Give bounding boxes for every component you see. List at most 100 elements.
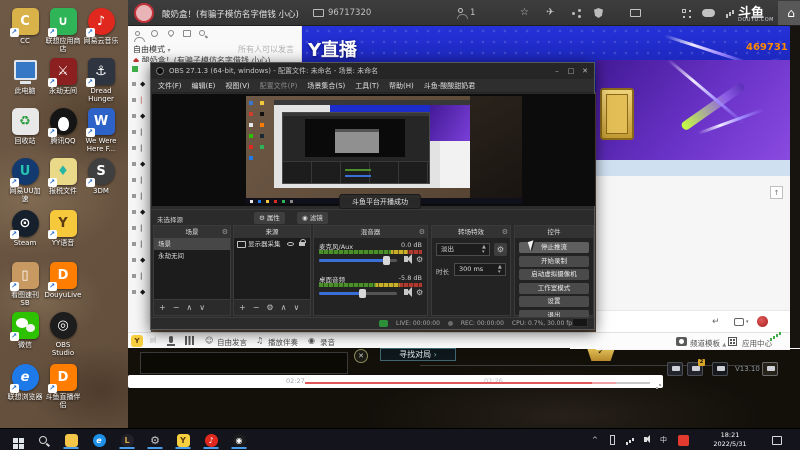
card-icon[interactable] (183, 30, 191, 37)
find-match-button[interactable]: 寻找对局 › (380, 348, 456, 361)
channel-tree-item[interactable]: | (128, 140, 150, 156)
desktop-icon-douyu-companion[interactable]: D ↗ 斗鱼直播伴侣 (44, 364, 82, 409)
menu-item[interactable]: 帮助(H) (389, 81, 414, 91)
channel-gear-icon[interactable]: ⚙ (416, 256, 423, 264)
filters-button[interactable]: ◉ 滤镜 (297, 212, 328, 224)
chat-message-area[interactable]: ↑ (596, 176, 790, 310)
record-icon[interactable]: ◉ (308, 336, 315, 345)
send-plane-icon[interactable]: ✈ (546, 0, 554, 26)
dock-gear-icon[interactable]: ⚙ (222, 226, 228, 238)
menu-item[interactable]: 编辑(E) (192, 81, 216, 91)
sources-dock-title[interactable]: 来源 (234, 226, 310, 238)
battery-icon[interactable] (610, 435, 615, 445)
volume-icon[interactable] (644, 437, 647, 442)
control-button[interactable]: 工作室模式 (519, 282, 589, 294)
scene-row[interactable]: 永劫无间 (154, 250, 230, 262)
taskbar-edge[interactable]: e (86, 431, 112, 449)
volume-slider[interactable] (319, 289, 397, 298)
network-icon[interactable] (626, 442, 628, 445)
dock-gear-icon[interactable]: ⚙ (502, 226, 508, 238)
desktop-icon-wechat[interactable]: ↗ 微信 (6, 312, 44, 349)
desktop-icon-recycle-bin[interactable]: ♻ 回收站 (6, 108, 44, 145)
yy-logo-icon[interactable]: Y (131, 335, 143, 347)
ime-indicator[interactable]: 中 (660, 429, 667, 450)
stepper-icons[interactable]: ▾ (482, 250, 485, 255)
chat-input-row[interactable]: ↵ ▾ (596, 310, 790, 332)
channel-tree-item[interactable]: | (128, 188, 150, 204)
menu-item[interactable]: 斗鱼-酸酸甜奶君 (424, 81, 476, 91)
visibility-eye-icon[interactable] (287, 242, 294, 246)
grid-icon[interactable] (682, 9, 686, 13)
channel-tree-item[interactable]: | (128, 220, 150, 236)
game-currency-icon[interactable] (762, 362, 778, 376)
channel-tree-item[interactable]: ◆ (128, 76, 150, 92)
desktop-icon-qq[interactable]: ↗ 腾讯QQ (44, 108, 82, 145)
channel-tree-item[interactable]: | (128, 124, 150, 140)
desktop-icon-uu-booster[interactable]: U ↗ 网易UU加速 (6, 158, 44, 203)
gift-box-icon[interactable] (600, 88, 634, 140)
channel-tree-item[interactable]: | (128, 92, 150, 108)
obs-preview[interactable] (152, 94, 595, 206)
smiley-icon[interactable]: ☺ (205, 336, 213, 345)
speaker-icon[interactable] (150, 338, 153, 343)
source-up-button[interactable]: ∧ (281, 303, 287, 312)
mute-speaker-icon[interactable] (404, 256, 408, 262)
scroll-top-button[interactable]: ↑ (770, 186, 783, 199)
channel-tree-item[interactable]: ◆ (128, 108, 150, 124)
room-title-bar[interactable]: 酸奶盒！(有骗子模仿名字借钱 小心) 96717320 1 ☆ ✈ ⌂ 斗鱼 D… (128, 0, 800, 26)
volume-slider[interactable] (319, 256, 397, 265)
event-banner[interactable] (596, 60, 790, 160)
close-button[interactable]: ✕ (578, 63, 592, 79)
game-voice-icon[interactable] (712, 362, 728, 376)
desktop-icon-3dm[interactable]: S ↗ 3DM (82, 158, 120, 195)
channel-tree-item[interactable]: | (128, 268, 150, 284)
channel-tree-item[interactable]: ◆ (128, 284, 150, 300)
scene-row[interactable]: 场景 (154, 238, 230, 250)
rank-bars-icon[interactable] (726, 14, 728, 18)
menu-item[interactable]: 配置文件(P) (260, 81, 298, 91)
video-icon[interactable] (630, 9, 641, 17)
tray-expand-chevron[interactable]: ^ (592, 429, 598, 450)
channel-tree-item[interactable]: | (128, 236, 150, 252)
menu-item[interactable]: 场景集合(S) (307, 81, 345, 91)
control-button[interactable]: 启动虚拟摄像机 (519, 269, 589, 280)
gamepad-icon[interactable] (702, 9, 715, 17)
free-speak-label[interactable]: 自由发言 (217, 337, 247, 348)
add-source-button[interactable]: + (239, 303, 246, 312)
shield-icon[interactable] (594, 8, 603, 18)
app-center-link[interactable]: 应用中心 (742, 338, 772, 349)
dock-gear-icon[interactable]: ⚙ (419, 226, 425, 238)
taskbar-explorer[interactable] (58, 431, 84, 449)
channel-gear-icon[interactable]: ⚙ (416, 289, 423, 297)
channel-tree-item[interactable]: ◆ (128, 252, 150, 268)
taskbar-yy[interactable]: Y (170, 431, 196, 449)
home-icon[interactable]: ⌂ (778, 1, 800, 25)
microphone-icon[interactable] (167, 336, 175, 346)
location-icon[interactable] (166, 28, 176, 38)
desktop-icon-sb-app[interactable]: ▯ ↗ 看图速刊 SB (6, 262, 44, 307)
player-progress-bar[interactable]: 02:27 02:26 (128, 375, 663, 388)
desktop-icon-lenovo-store[interactable]: ∪ ↗ 联想应用商店 (44, 8, 82, 53)
taskbar-netease-music[interactable]: ♪ (198, 431, 224, 449)
scene-up-button[interactable]: ∧ (186, 303, 192, 312)
remove-source-button[interactable]: − (253, 303, 260, 312)
desktop-icon-cc[interactable]: C ↗ CC (6, 8, 44, 45)
desktop-icon-yy-voice[interactable]: Y ↗ YY语音 (44, 210, 82, 247)
channel-list-item[interactable]: ◆ 酸奶盒！(有骗子模仿名字借钱 小心) (133, 55, 271, 62)
maximize-button[interactable]: □ (564, 63, 578, 79)
desktop-icon-obs-studio[interactable]: ◎ OBS Studio (44, 312, 82, 357)
channel-tree-item[interactable]: ◆ (128, 204, 150, 220)
source-properties-button[interactable]: ⚙ (266, 303, 273, 312)
scenes-dock-title[interactable]: 场景 (154, 226, 230, 238)
music-note-icon[interactable]: ♫ (256, 336, 263, 345)
taskbar-game-launcher[interactable]: L (114, 431, 140, 449)
menu-item[interactable]: 工具(T) (355, 81, 379, 91)
control-button[interactable]: 设置 (519, 296, 589, 307)
mute-speaker-icon[interactable] (404, 289, 408, 295)
transitions-dock-title[interactable]: 转场特效 (432, 226, 510, 238)
yy-channel-tree[interactable]: ◆ | ◆ | | ◆ | | ◆ | | ◆ | ◆ (128, 62, 151, 348)
chat-bubble-icon[interactable] (734, 318, 744, 326)
desktop-icon-tax-folder[interactable]: ♦ ↗ 报税文件 (44, 158, 82, 195)
properties-button[interactable]: ⚙ 属性 (254, 212, 285, 224)
send-enter-icon[interactable]: ↵ (712, 317, 720, 327)
